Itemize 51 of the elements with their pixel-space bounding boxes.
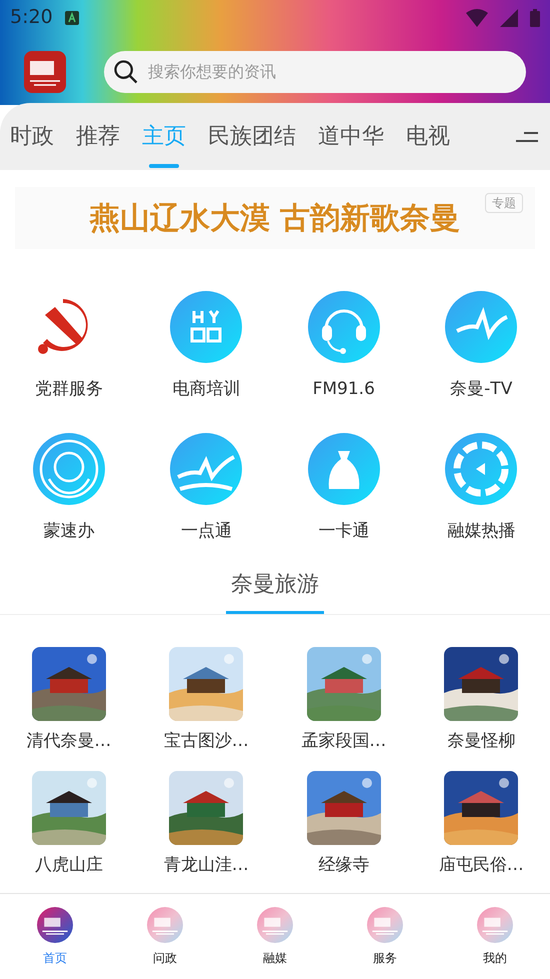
menu-icon[interactable] (516, 130, 538, 144)
attraction-label[interactable]: 庙屯民俗… (438, 852, 524, 878)
topic-badge: 专题 (485, 193, 523, 213)
logo-icon (367, 906, 403, 942)
service-label[interactable]: 蒙速办 (43, 518, 94, 544)
attraction-label[interactable]: 孟家段国… (301, 729, 386, 754)
attraction-label[interactable]: 经缘寺 (318, 852, 370, 878)
service-label[interactable]: 一卡通 (318, 518, 370, 544)
bottom-nav-item[interactable]: 问政 (110, 906, 220, 966)
service-label[interactable]: FM91.6 (312, 377, 375, 402)
logo-icon (257, 906, 293, 942)
logo-icon (37, 906, 73, 942)
nav-tab[interactable]: 推荐 (76, 103, 120, 170)
attraction-label[interactable]: 清代奈曼… (26, 729, 112, 754)
service-label[interactable]: 一点通 (180, 518, 232, 544)
signal-icon (500, 8, 518, 26)
nav-tab[interactable]: 道中华 (318, 103, 384, 170)
attraction-label[interactable]: 宝古图沙… (164, 729, 249, 754)
bottom-nav-item[interactable]: 融媒 (220, 906, 330, 966)
wifi-icon (466, 8, 488, 26)
wave-icon (170, 432, 242, 504)
tab-indicator (149, 164, 179, 168)
notification-icon (64, 10, 79, 24)
service-label[interactable]: 融媒热播 (447, 518, 516, 544)
emblem-icon (32, 432, 105, 504)
service-label[interactable]: 党群服务 (34, 377, 103, 402)
search-placeholder: 搜索你想要的资讯 (148, 61, 276, 83)
app-logo (24, 51, 66, 93)
attraction-label[interactable]: 奈曼怪柳 (447, 729, 516, 754)
attraction-label[interactable]: 八虎山庄 (34, 852, 103, 878)
search-icon (112, 58, 140, 86)
banner-title: 燕山辽水大漠 古韵新歌奈曼 (90, 200, 460, 238)
bottom-nav-item[interactable]: 首页 (0, 906, 110, 966)
attraction-label[interactable]: 青龙山洼… (164, 852, 249, 878)
play-icon (445, 432, 518, 504)
nav-tab[interactable]: 民族团结 (208, 103, 296, 170)
swoosh-icon (445, 291, 518, 363)
logo-icon (147, 906, 183, 942)
battery-icon (530, 8, 540, 26)
shop-icon (170, 291, 242, 363)
headset-icon (308, 291, 380, 363)
money-bag-icon (308, 432, 380, 504)
service-label[interactable]: 电商培训 (172, 377, 240, 402)
nav-tab[interactable]: 电视 (406, 103, 450, 170)
bottom-nav-item[interactable]: 服务 (330, 906, 440, 966)
nav-tab[interactable]: 时政 (10, 103, 54, 170)
service-label[interactable]: 奈曼-TV (450, 377, 512, 402)
section-title: 奈曼旅游 (231, 571, 319, 599)
bottom-nav-item[interactable]: 我的 (440, 906, 550, 966)
status-time: 5:20 (10, 5, 53, 30)
logo-icon (477, 906, 513, 942)
